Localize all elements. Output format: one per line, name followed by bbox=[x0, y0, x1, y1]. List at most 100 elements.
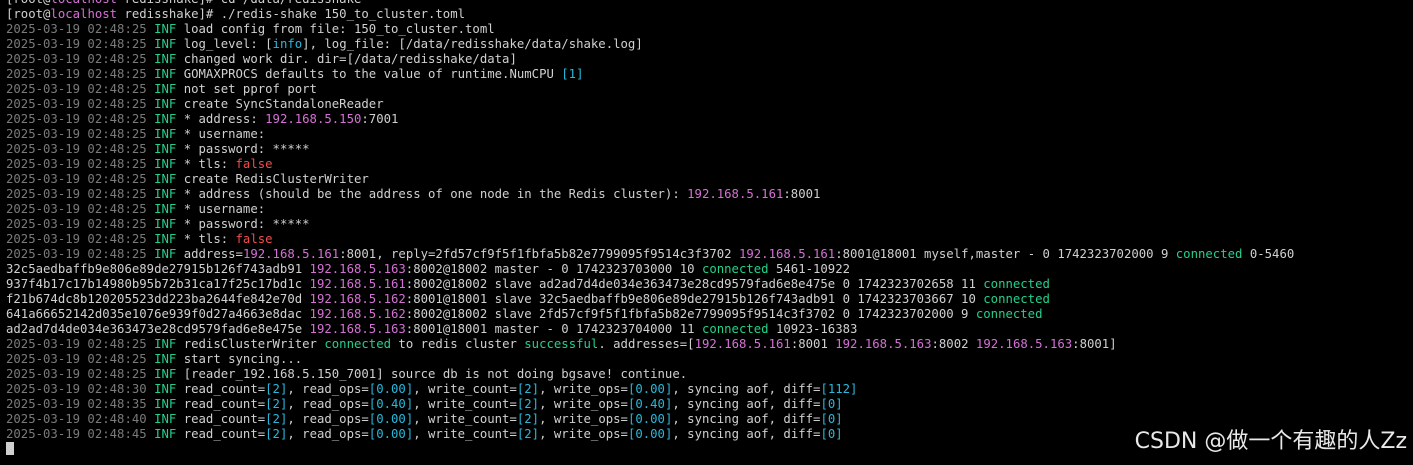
terminal-line: 2025-03-19 02:48:30 INF read_count=[2], … bbox=[0, 382, 1413, 397]
terminal-line: 2025-03-19 02:48:25 INF * address (shoul… bbox=[0, 187, 1413, 202]
terminal-text-segment: load config from file: 150_to_cluster.to… bbox=[183, 22, 495, 36]
terminal-text-segment: successful bbox=[524, 337, 599, 351]
terminal-text-segment: INF bbox=[154, 67, 184, 81]
terminal-text-segment: log_level: [ bbox=[183, 37, 273, 51]
terminal-line: 2025-03-19 02:48:25 INF * password: ****… bbox=[0, 217, 1413, 232]
terminal-text-segment: ad2ad7d4de034e363473e28cd9579fad6e8e475e bbox=[6, 322, 310, 336]
terminal-text-segment: , write_ops= bbox=[539, 382, 628, 396]
terminal-text-segment: :8001 bbox=[790, 337, 836, 351]
terminal-text-segment: 2025-03-19 02:48:25 bbox=[6, 202, 155, 216]
terminal-text-segment: 10923-16383 bbox=[768, 322, 858, 336]
terminal-cursor bbox=[6, 442, 14, 455]
terminal-line: 937f4b17c17b14980b95b72b31ca17f25c17bd1c… bbox=[0, 277, 1413, 292]
terminal-text-segment: [0.40] bbox=[368, 397, 414, 411]
terminal-text-segment: 5461-10922 bbox=[768, 262, 851, 276]
terminal-text-segment: [0] bbox=[820, 397, 843, 411]
terminal-line: 641a66652142d035e1076e939f0d27a4663e8dac… bbox=[0, 307, 1413, 322]
terminal-text-segment: INF bbox=[154, 382, 184, 396]
terminal-text-segment: 2025-03-19 02:48:25 bbox=[6, 112, 155, 126]
terminal-text-segment: connected bbox=[701, 262, 769, 276]
terminal-text-segment: , syncing aof, diff= bbox=[672, 397, 821, 411]
terminal-text-segment: [112] bbox=[820, 382, 858, 396]
terminal-text-segment: connected bbox=[701, 322, 769, 336]
terminal-text-segment: f21b674dc8b120205523dd223ba2644fe842e70d bbox=[6, 292, 310, 306]
terminal-text-segment: INF bbox=[154, 142, 184, 156]
terminal-text-segment: 2025-03-19 02:48:25 bbox=[6, 172, 155, 186]
terminal-text-segment: [root@ bbox=[6, 7, 51, 21]
csdn-watermark: CSDN @做一个有趣的人Zz bbox=[1134, 429, 1407, 454]
terminal-text-segment: INF bbox=[154, 337, 184, 351]
terminal-text-segment: 2025-03-19 02:48:40 bbox=[6, 412, 155, 426]
terminal-text-segment: [2] bbox=[265, 412, 288, 426]
terminal-text-segment: INF bbox=[154, 202, 184, 216]
terminal-text-segment: INF bbox=[154, 52, 184, 66]
terminal-line: 2025-03-19 02:48:25 INF * address: 192.1… bbox=[0, 112, 1413, 127]
terminal-text-segment: 2025-03-19 02:48:35 bbox=[6, 397, 155, 411]
terminal-text-segment: [0] bbox=[820, 427, 843, 441]
terminal-text-segment: * username: bbox=[183, 127, 266, 141]
terminal-line: 2025-03-19 02:48:25 INF * tls: false bbox=[0, 232, 1413, 247]
terminal-text-segment: 2025-03-19 02:48:25 bbox=[6, 247, 155, 261]
terminal-text-segment: INF bbox=[154, 412, 184, 426]
terminal-text-segment: redisClusterWriter bbox=[183, 337, 325, 351]
terminal-text-segment: , read_ops= bbox=[287, 382, 369, 396]
terminal-text-segment: :8002@18002 slave ad2ad7d4de034e363473e2… bbox=[405, 277, 984, 291]
terminal-text-segment: , write_count= bbox=[413, 412, 517, 426]
terminal-text-segment: 2025-03-19 02:48:25 bbox=[6, 157, 155, 171]
terminal-text-segment: 32c5aedbaffb9e806e89de27915b126f743adb91 bbox=[6, 262, 310, 276]
terminal-text-segment: 937f4b17c17b14980b95b72b31ca17f25c17bd1c bbox=[6, 277, 310, 291]
terminal-text-segment: to redis cluster bbox=[391, 337, 525, 351]
terminal-text-segment: [2] bbox=[516, 412, 540, 426]
terminal-text-segment: [2] bbox=[265, 427, 288, 441]
terminal-text-segment: INF bbox=[154, 112, 184, 126]
terminal-line: 2025-03-19 02:48:25 INF load config from… bbox=[0, 22, 1413, 37]
terminal-text-segment: [0] bbox=[820, 412, 843, 426]
terminal-text-segment: INF bbox=[154, 367, 184, 381]
terminal-line: 2025-03-19 02:48:25 INF create SyncStand… bbox=[0, 97, 1413, 112]
terminal-line: 2025-03-19 02:48:25 INF [reader_192.168.… bbox=[0, 367, 1413, 382]
terminal-text-segment: 192.168.5.163 bbox=[309, 262, 406, 276]
terminal-text-segment: INF bbox=[154, 127, 184, 141]
terminal-text-segment: 192.168.5.161 bbox=[242, 247, 340, 261]
terminal-output[interactable]: [root@localhost redisshake]# cd /data/re… bbox=[0, 0, 1413, 442]
terminal-line: 2025-03-19 02:48:25 INF redisClusterWrit… bbox=[0, 337, 1413, 352]
terminal-text-segment: 2025-03-19 02:48:25 bbox=[6, 337, 155, 351]
terminal-text-segment: [0.00] bbox=[627, 427, 673, 441]
terminal-text-segment: info bbox=[272, 37, 303, 51]
terminal-text-segment: 2025-03-19 02:48:25 bbox=[6, 367, 155, 381]
terminal-line: 2025-03-19 02:48:25 INF GOMAXPROCS defau… bbox=[0, 67, 1413, 82]
terminal-text-segment: , read_ops= bbox=[287, 397, 369, 411]
terminal-text-segment: :7001 bbox=[361, 112, 399, 126]
terminal-text-segment: connected bbox=[1175, 247, 1243, 261]
terminal-text-segment: 0-5460 bbox=[1242, 247, 1295, 261]
terminal-text-segment: 192.168.5.150 bbox=[265, 112, 362, 126]
terminal-text-segment: INF bbox=[154, 187, 184, 201]
terminal-text-segment: , read_ops= bbox=[287, 412, 369, 426]
terminal-text-segment: . addresses=[ bbox=[598, 337, 695, 351]
terminal-text-segment: redisshake]# ./redis-shake 150_to_cluste… bbox=[117, 7, 466, 21]
terminal-text-segment: ], log_file: [/data/redisshake/data/shak… bbox=[302, 37, 643, 51]
terminal-text-segment: 192.168.5.163 bbox=[309, 322, 406, 336]
terminal-text-segment: GOMAXPROCS defaults to the value of runt… bbox=[183, 67, 562, 81]
terminal-text-segment: 2025-03-19 02:48:25 bbox=[6, 67, 155, 81]
terminal-text-segment: , write_count= bbox=[413, 397, 517, 411]
terminal-text-segment: , syncing aof, diff= bbox=[672, 412, 821, 426]
terminal-text-segment: :8001] bbox=[1072, 337, 1117, 351]
terminal-text-segment: * address: bbox=[183, 112, 266, 126]
terminal-line: 2025-03-19 02:48:35 INF read_count=[2], … bbox=[0, 397, 1413, 412]
terminal-text-segment: 2025-03-19 02:48:25 bbox=[6, 22, 155, 36]
terminal-line: 2025-03-19 02:48:25 INF start syncing... bbox=[0, 352, 1413, 367]
terminal-line: 2025-03-19 02:48:25 INF changed work dir… bbox=[0, 52, 1413, 67]
terminal-text-segment: 192.168.5.162 bbox=[309, 307, 406, 321]
terminal-text-segment: read_count= bbox=[183, 397, 266, 411]
terminal-text-segment: [0.00] bbox=[368, 427, 414, 441]
terminal-text-segment: connected bbox=[983, 277, 1050, 291]
terminal-text-segment: start syncing... bbox=[183, 352, 303, 366]
terminal-text-segment: , write_count= bbox=[413, 382, 517, 396]
terminal-text-segment: changed work dir. dir=[/data/redisshake/… bbox=[183, 52, 517, 66]
terminal-text-segment: :8002 bbox=[931, 337, 976, 351]
terminal-text-segment: [2] bbox=[265, 382, 288, 396]
terminal-text-segment: read_count= bbox=[183, 382, 266, 396]
terminal-text-segment: read_count= bbox=[183, 427, 266, 441]
terminal-text-segment: address= bbox=[183, 247, 243, 261]
